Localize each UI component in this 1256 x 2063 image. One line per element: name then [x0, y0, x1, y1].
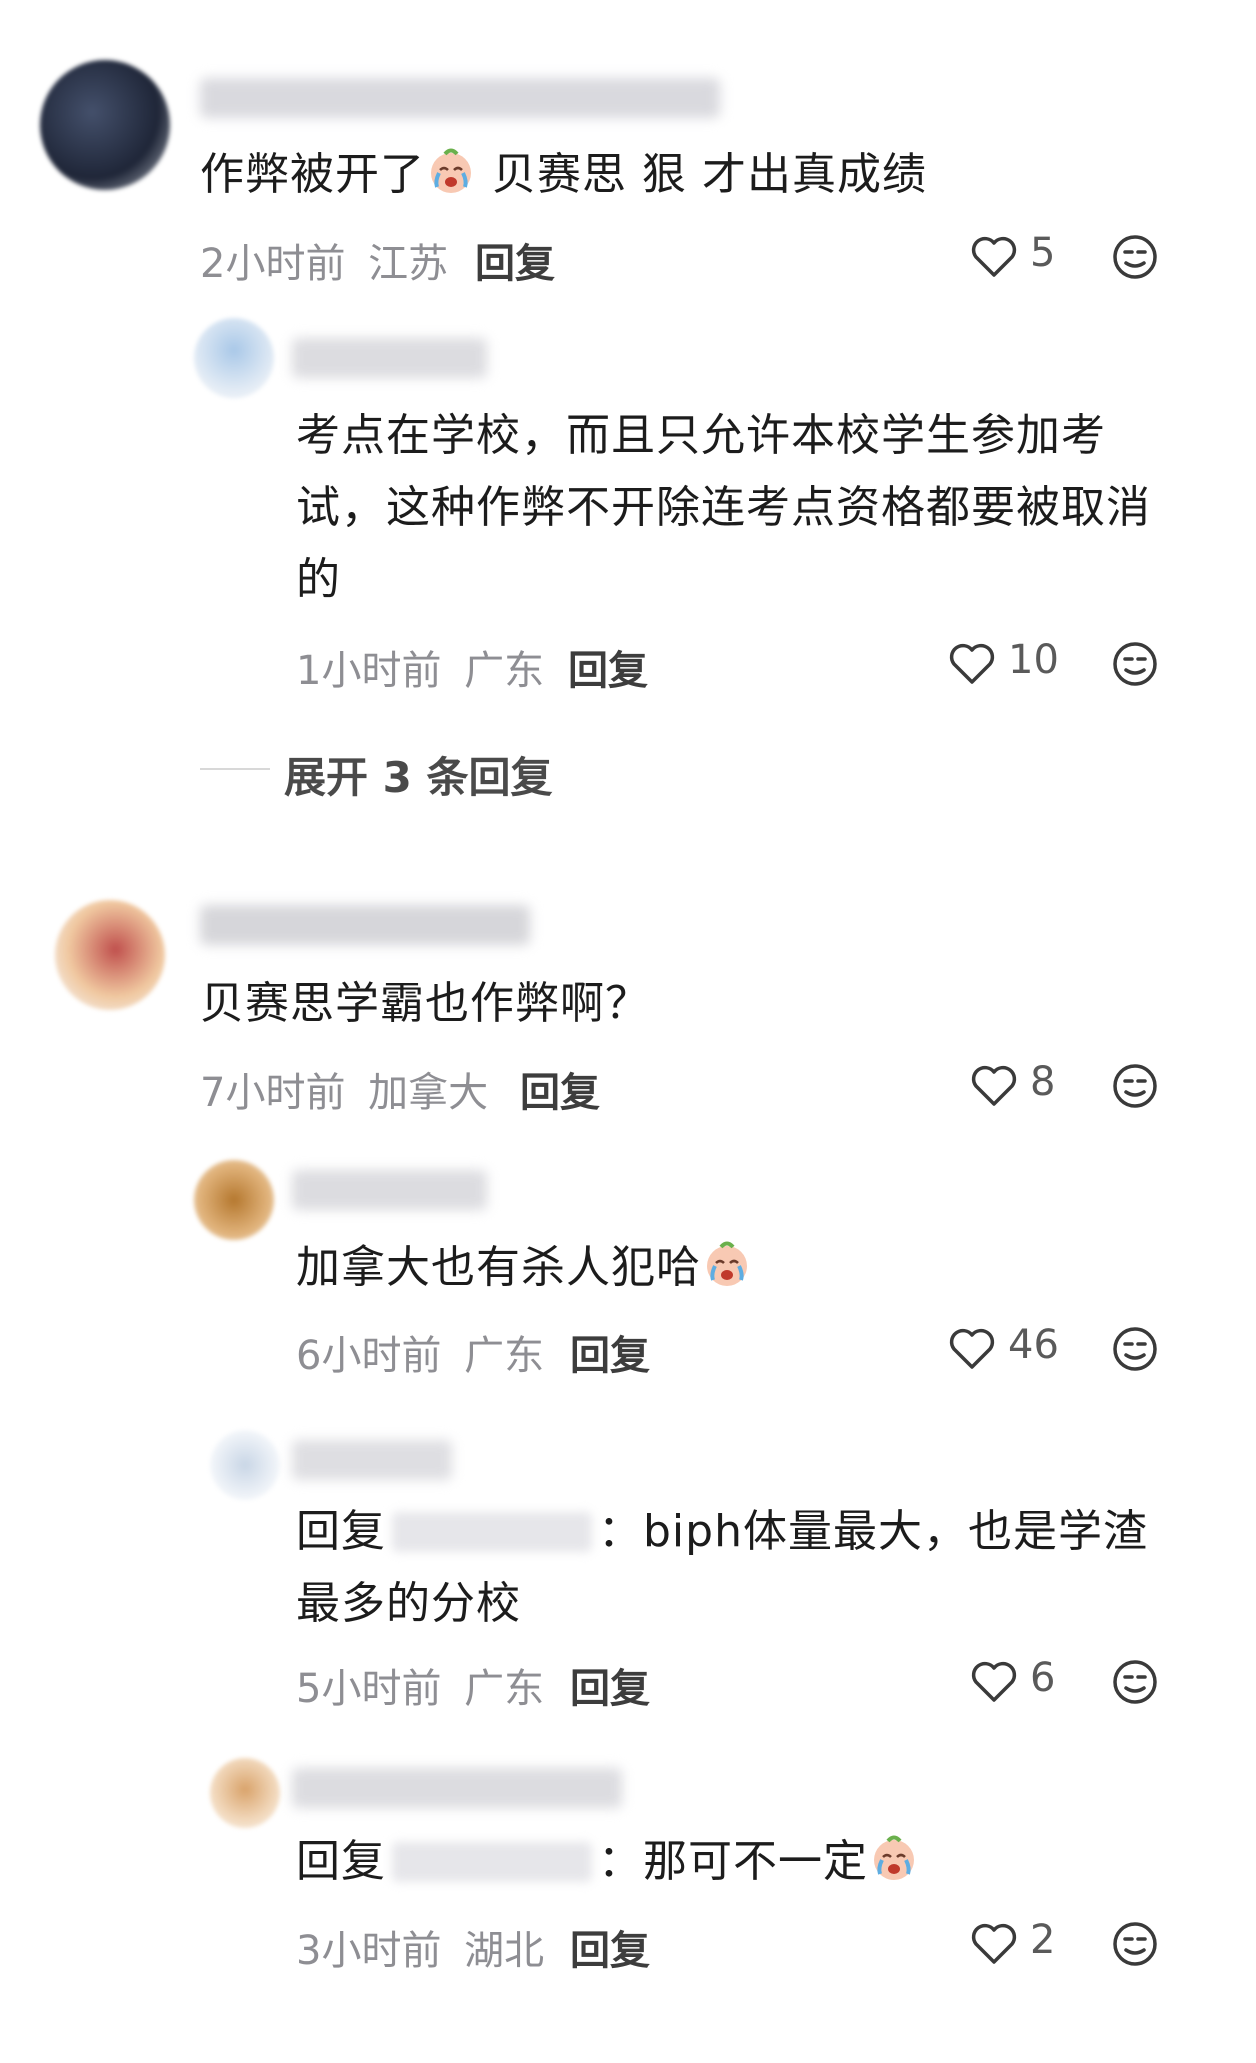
comment-text-part: ：那可不一定: [598, 1836, 868, 1887]
neutral-face-icon[interactable]: [1112, 1921, 1158, 1967]
timestamp: 3小时前: [296, 1928, 442, 1974]
heart-outline-icon[interactable]: [970, 1064, 1018, 1108]
comment-text: 回复 ：那可不一定: [296, 1826, 1171, 1898]
comment-meta: 5小时前 广东: [296, 1656, 544, 1714]
reply-prefix: 回复: [296, 1506, 386, 1557]
location: 江苏: [368, 241, 449, 287]
comment-text: 考点在学校，而且只允许本校学生参加考试，这种作弊不开除连考点资格都要被取消的: [296, 410, 1151, 605]
neutral-face-icon[interactable]: [1112, 234, 1158, 280]
comment-meta: 2小时前 江苏: [200, 231, 448, 289]
mention-blurred[interactable]: [392, 1512, 592, 1552]
avatar[interactable]: [194, 318, 274, 398]
username-blurred[interactable]: [292, 1170, 487, 1210]
reply-button[interactable]: 回复: [475, 231, 555, 289]
mention-blurred[interactable]: [392, 1842, 592, 1882]
like-count: 8: [1030, 1059, 1056, 1105]
comment-meta: 7小时前 加拿大: [200, 1060, 488, 1118]
heart-outline-icon[interactable]: [970, 1922, 1018, 1966]
username-blurred[interactable]: [292, 1768, 622, 1808]
reply-prefix: 回复: [296, 1836, 386, 1887]
comment-text-part: 作弊被开了: [200, 149, 425, 200]
avatar[interactable]: [40, 60, 170, 190]
timestamp: 2小时前: [200, 241, 346, 287]
comment-meta: 1小时前 广东: [296, 638, 544, 696]
avatar[interactable]: [194, 1160, 274, 1240]
reply-button[interactable]: 回复: [570, 1918, 650, 1976]
crying-face-emoji: [431, 148, 471, 193]
location: 广东: [464, 648, 545, 694]
avatar[interactable]: [210, 1758, 280, 1828]
username-blurred[interactable]: [200, 905, 530, 945]
comment-text: 加拿大也有杀人犯哈: [296, 1232, 1171, 1304]
comment-text: 回复 ：biph体量最大，也是学渣最多的分校: [296, 1496, 1171, 1640]
expand-replies-button[interactable]: 展开 3 条回复: [284, 744, 552, 805]
heart-outline-icon[interactable]: [970, 1660, 1018, 1704]
avatar[interactable]: [55, 900, 165, 1010]
comment-text: 贝赛思学霸也作弊啊？: [200, 978, 650, 1029]
reply-button[interactable]: 回复: [520, 1060, 600, 1118]
comment-text-part: 加拿大也有杀人犯哈: [296, 1242, 701, 1293]
heart-outline-icon[interactable]: [948, 642, 996, 686]
like-count: 46: [1008, 1322, 1059, 1368]
comment-text: 作弊被开了 贝赛思 狠 才出真成绩: [200, 139, 1160, 211]
like-count: 10: [1008, 637, 1059, 683]
like-count: 5: [1030, 230, 1056, 276]
neutral-face-icon[interactable]: [1112, 1063, 1158, 1109]
like-count: 2: [1030, 1917, 1056, 1963]
neutral-face-icon[interactable]: [1112, 1326, 1158, 1372]
avatar[interactable]: [210, 1430, 280, 1500]
heart-outline-icon[interactable]: [948, 1327, 996, 1371]
like-count: 6: [1030, 1655, 1056, 1701]
timestamp: 7小时前: [200, 1070, 346, 1116]
username-blurred[interactable]: [292, 338, 487, 378]
comment-text-part: 贝赛思 狠 才出真成绩: [477, 149, 927, 200]
heart-outline-icon[interactable]: [970, 235, 1018, 279]
location: 广东: [464, 1666, 545, 1712]
neutral-face-icon[interactable]: [1112, 641, 1158, 687]
comment-meta: 6小时前 广东: [296, 1323, 544, 1381]
crying-face-emoji: [874, 1835, 914, 1880]
timestamp: 1小时前: [296, 648, 442, 694]
reply-button[interactable]: 回复: [570, 1656, 650, 1714]
neutral-face-icon[interactable]: [1112, 1659, 1158, 1705]
username-blurred[interactable]: [292, 1440, 452, 1480]
location: 广东: [464, 1333, 545, 1379]
crying-face-emoji: [707, 1241, 747, 1286]
timestamp: 6小时前: [296, 1333, 442, 1379]
expand-divider: [200, 768, 270, 770]
username-blurred[interactable]: [200, 78, 720, 118]
comment-meta: 3小时前 湖北: [296, 1918, 544, 1976]
reply-button[interactable]: 回复: [570, 1323, 650, 1381]
reply-button[interactable]: 回复: [568, 638, 648, 696]
location: 湖北: [464, 1928, 545, 1974]
timestamp: 5小时前: [296, 1666, 442, 1712]
location: 加拿大: [368, 1070, 489, 1116]
